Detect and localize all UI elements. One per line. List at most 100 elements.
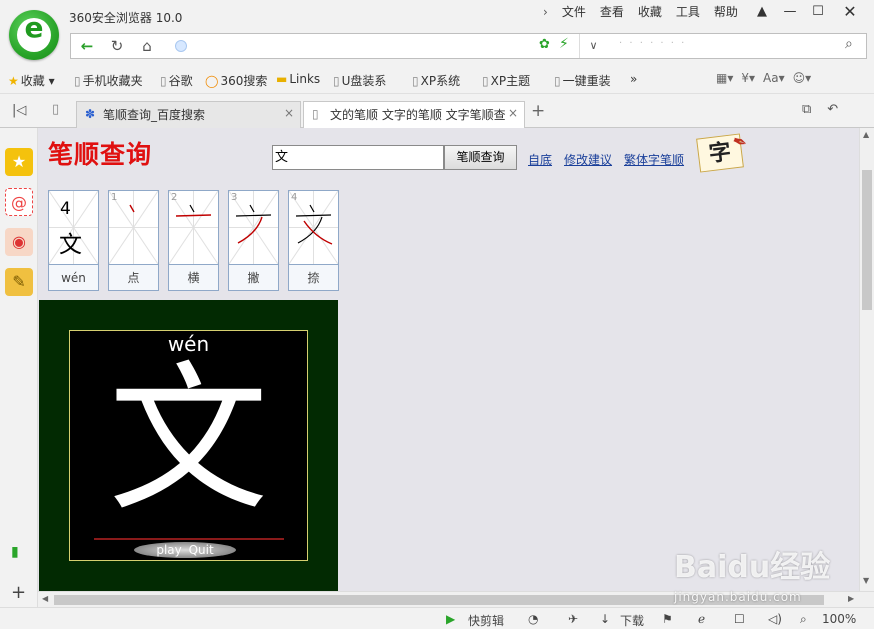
bookmark-google[interactable]: ▯ 谷歌 bbox=[160, 72, 193, 89]
download-button[interactable]: 下载 bbox=[620, 612, 644, 629]
bookmark-xp-system[interactable]: ▯ XP系统 bbox=[412, 72, 460, 89]
stroke-card[interactable]: 3 撇 bbox=[228, 190, 279, 291]
game-icon[interactable]: ☺▾ bbox=[793, 71, 812, 85]
sidebar-toggle-icon[interactable]: |◁ bbox=[12, 103, 26, 118]
bookmark-xp-theme[interactable]: ▯ XP主题 bbox=[482, 72, 530, 89]
horizontal-scrollbar[interactable]: ◀ ▶ bbox=[38, 591, 874, 607]
accelerate-icon[interactable]: ◔ bbox=[528, 612, 538, 626]
home-button[interactable]: ⌂ bbox=[133, 34, 161, 58]
bookmark-mobile[interactable]: ▯ 手机收藏夹 bbox=[74, 72, 143, 89]
stroke-index: 1 bbox=[111, 192, 118, 203]
phone-icon[interactable]: ▯ bbox=[52, 102, 59, 117]
vertical-scroll-thumb[interactable] bbox=[862, 170, 872, 310]
character-input[interactable]: 文 bbox=[272, 145, 444, 170]
undo-close-icon[interactable]: ↶ bbox=[827, 102, 838, 117]
stroke-name: 横 bbox=[169, 264, 218, 290]
bookmark-360search[interactable]: ◯ 360搜索 bbox=[205, 72, 267, 89]
back-button[interactable]: ← bbox=[73, 34, 101, 58]
mail-icon[interactable]: @ bbox=[5, 188, 33, 216]
apps-icon[interactable]: ▦▾ bbox=[716, 71, 733, 85]
horizontal-scroll-thumb[interactable] bbox=[54, 595, 824, 605]
site-info-icon[interactable] bbox=[175, 40, 187, 52]
chevron-down-icon: ∨ bbox=[589, 39, 598, 52]
scroll-up-icon[interactable]: ▲ bbox=[863, 130, 869, 139]
menu-favorites[interactable]: 收藏 bbox=[631, 5, 669, 19]
menu-view[interactable]: 查看 bbox=[593, 5, 631, 19]
stroke-name: 捺 bbox=[289, 264, 338, 290]
vertical-scrollbar[interactable]: ▲ ▼ bbox=[859, 128, 874, 591]
window-icon[interactable]: ☐ bbox=[734, 612, 745, 626]
notes-icon[interactable]: ✎ bbox=[5, 268, 33, 296]
refresh-button[interactable]: ↻ bbox=[103, 34, 131, 58]
stroke-card[interactable]: 1 点 bbox=[108, 190, 159, 291]
new-tab-button[interactable]: + bbox=[531, 101, 545, 121]
volume-icon[interactable]: ◁) bbox=[768, 612, 782, 626]
menu-expand-icon[interactable]: › bbox=[536, 5, 555, 19]
download-icon[interactable]: ↓ bbox=[600, 612, 610, 626]
shield-icon[interactable]: ✿ bbox=[539, 37, 550, 52]
page-icon: ▯ bbox=[482, 74, 489, 88]
link-traditional[interactable]: 繁体字笔顺 bbox=[624, 151, 684, 168]
stroke-animation-panel: wén 文 play Quit bbox=[39, 300, 338, 591]
tab-stroke-order[interactable]: ▯ 文的笔顺 文字的笔顺 文字笔顺查 × bbox=[303, 101, 525, 129]
ring-icon: ◯ bbox=[205, 74, 219, 88]
stroke-card[interactable]: 2 横 bbox=[168, 190, 219, 291]
battery-icon[interactable]: ▮ bbox=[11, 544, 19, 560]
flag-icon[interactable]: ⚑ bbox=[662, 612, 673, 626]
weibo-icon[interactable]: ◉ bbox=[5, 228, 33, 256]
scroll-right-icon[interactable]: ▶ bbox=[848, 594, 854, 603]
bookmark-usb[interactable]: ▯ U盘装系 bbox=[333, 72, 386, 89]
page-icon: ▯ bbox=[412, 74, 419, 88]
play-button[interactable]: play bbox=[156, 543, 181, 557]
bookmark-reinstall[interactable]: ▯ 一键重装 bbox=[554, 72, 611, 89]
menu-bar: › 文件 查看 收藏 工具 帮助 bbox=[536, 5, 745, 19]
lightning-icon[interactable]: ⚡ bbox=[559, 36, 569, 52]
menu-file[interactable]: 文件 bbox=[555, 5, 593, 19]
menu-tools[interactable]: 工具 bbox=[669, 5, 707, 19]
pin-icon[interactable]: ✈ bbox=[568, 612, 578, 626]
browser-logo-icon[interactable]: e bbox=[9, 10, 59, 60]
favorites-star-icon[interactable]: ★ bbox=[5, 148, 33, 176]
status-bar: ▶ 快剪辑 ◔ ✈ ↓ 下载 ⚑ ℯ ☐ ◁) ⌕ 100% bbox=[0, 607, 874, 629]
search-icon[interactable]: ⌕ bbox=[845, 36, 853, 52]
animation-controls: play Quit bbox=[134, 542, 236, 558]
tab-list-icon[interactable]: ⧉ bbox=[802, 102, 811, 117]
translate-icon[interactable]: Aa▾ bbox=[763, 71, 785, 85]
yen-icon[interactable]: ¥▾ bbox=[741, 71, 755, 85]
animation-character: 文 bbox=[108, 346, 269, 533]
skin-button[interactable]: ▲ bbox=[748, 0, 776, 24]
bookmark-links[interactable]: ▬ Links bbox=[276, 72, 320, 86]
link-suggestion[interactable]: 修改建议 bbox=[564, 151, 612, 168]
animation-divider bbox=[94, 538, 284, 540]
menu-help[interactable]: 帮助 bbox=[707, 5, 745, 19]
scroll-left-icon[interactable]: ◀ bbox=[42, 594, 48, 603]
page-icon: ▯ bbox=[74, 74, 81, 88]
stroke-name: 点 bbox=[109, 264, 158, 290]
search-engine-input[interactable]: · · · · · · · bbox=[619, 38, 686, 49]
tab-tools: ⧉ ↶ bbox=[802, 102, 838, 117]
logo-letter-icon: e bbox=[24, 11, 44, 44]
scroll-down-icon[interactable]: ▼ bbox=[863, 576, 869, 585]
page-icon: ▯ bbox=[333, 74, 340, 88]
page-icon: ▯ bbox=[312, 107, 319, 121]
stroke-index: 4 bbox=[291, 192, 298, 203]
stroke-card[interactable]: 4 捺 bbox=[288, 190, 339, 291]
quit-button[interactable]: Quit bbox=[189, 543, 214, 557]
link-bottom[interactable]: 自底 bbox=[528, 151, 552, 168]
minimize-button[interactable]: — bbox=[776, 0, 804, 24]
ie-icon[interactable]: ℯ bbox=[698, 612, 705, 626]
maximize-button[interactable]: ☐ bbox=[804, 0, 832, 24]
stroke-query-button[interactable]: 笔顺查询 bbox=[444, 145, 517, 170]
close-tab-icon[interactable]: × bbox=[508, 106, 518, 120]
bookmarks-overflow-icon[interactable]: » bbox=[630, 72, 637, 86]
clip-icon[interactable]: ▶ bbox=[446, 612, 455, 626]
zoom-level[interactable]: 100% bbox=[822, 612, 856, 626]
close-tab-icon[interactable]: × bbox=[284, 106, 294, 120]
zoom-icon[interactable]: ⌕ bbox=[800, 612, 807, 627]
quick-clip-button[interactable]: 快剪辑 bbox=[468, 612, 504, 629]
bookmark-favorites[interactable]: ★ 收藏 ▾ bbox=[8, 72, 55, 89]
add-sidebar-button[interactable]: + bbox=[11, 582, 26, 603]
close-button[interactable]: ✕ bbox=[832, 0, 868, 24]
tab-baidu-search[interactable]: ✽ 笔顺查询_百度搜索 × bbox=[76, 101, 301, 128]
address-dropdown[interactable]: ∨ bbox=[579, 34, 607, 58]
